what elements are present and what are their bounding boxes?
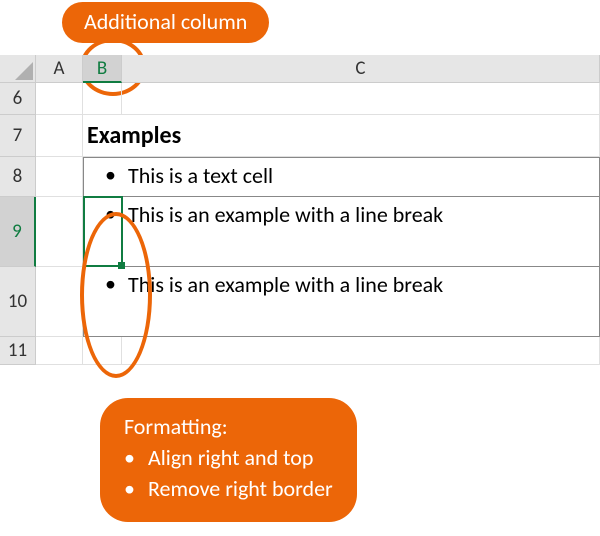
cell-c7[interactable] (122, 115, 600, 157)
selection-outline (83, 196, 123, 267)
column-header-c[interactable]: C (122, 55, 600, 83)
row-header-6[interactable]: 6 (0, 83, 36, 115)
cell-a10[interactable] (36, 267, 83, 337)
cell-b8-bullet[interactable]: • (83, 157, 122, 197)
annotation-bottom-box: Formatting: • Align right and top • Remo… (100, 398, 357, 522)
annotation-bottom-text-2: Remove right border (148, 474, 333, 505)
annotation-bottom-heading: Formatting: (124, 412, 333, 443)
row-header-8[interactable]: 8 (0, 157, 36, 197)
select-all-corner[interactable] (0, 55, 36, 83)
row-header-9[interactable]: 9 (0, 197, 36, 267)
row-6: 6 (0, 83, 600, 115)
cell-b7[interactable]: Examples (83, 115, 122, 157)
row-8: 8 • This is a text cell (0, 157, 600, 197)
annotation-bottom-bullet-2: • Remove right border (124, 474, 333, 505)
column-headers-row: A B C (0, 55, 600, 83)
row-9: 9 • This is an example with a line break (0, 197, 600, 267)
row-10: 10 • This is an example with a line brea… (0, 267, 600, 337)
cell-b9-bullet[interactable]: • (83, 197, 122, 267)
cell-b10-bullet[interactable]: • (83, 267, 122, 337)
annotation-bottom-bullet-1: • Align right and top (124, 443, 333, 474)
cell-b6[interactable] (83, 83, 122, 115)
annotation-bottom-text-1: Align right and top (148, 443, 313, 474)
cell-c10-text[interactable]: This is an example with a line break (122, 267, 600, 337)
annotation-top-label: Additional column (62, 2, 269, 43)
cell-a8[interactable] (36, 157, 83, 197)
row-header-10[interactable]: 10 (0, 267, 36, 337)
column-header-b[interactable]: B (83, 55, 122, 83)
cell-a9[interactable] (36, 197, 83, 267)
cell-b11[interactable] (83, 337, 122, 365)
cell-c8-text[interactable]: This is a text cell (122, 157, 600, 197)
column-header-a[interactable]: A (36, 55, 83, 83)
cell-c6[interactable] (122, 83, 600, 115)
bullet-dot-icon: • (124, 443, 148, 474)
cell-a11[interactable] (36, 337, 83, 365)
row-11: 11 (0, 337, 600, 365)
bullet-glyph: • (105, 200, 116, 227)
row-7: 7 Examples (0, 115, 600, 157)
spreadsheet-grid: A B C 6 7 Examples 8 • This is a text ce… (0, 55, 600, 365)
cell-c11[interactable] (122, 337, 600, 365)
cell-a6[interactable] (36, 83, 83, 115)
cell-c9-text[interactable]: This is an example with a line break (122, 197, 600, 267)
cell-a7[interactable] (36, 115, 83, 157)
row-header-7[interactable]: 7 (0, 115, 36, 157)
bullet-dot-icon: • (124, 474, 148, 505)
row-header-11[interactable]: 11 (0, 337, 36, 365)
